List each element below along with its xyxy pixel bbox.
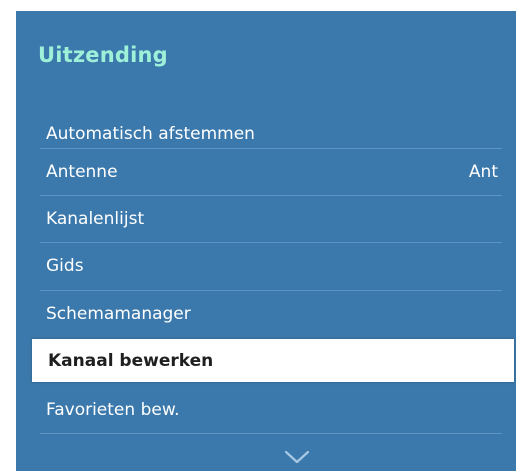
menu-item-channel-list[interactable]: Kanalenlijst (30, 196, 514, 242)
menu-title: Uitzending (38, 43, 168, 67)
menu-item-label: Favorieten bew. (46, 400, 180, 420)
menu-item-label: Gids (46, 256, 84, 276)
menu-item-schedule-manager[interactable]: Schemamanager (30, 291, 514, 337)
menu-item-edit-channel[interactable]: Kanaal bewerken (32, 339, 514, 382)
menu-item-label: Kanaal bewerken (48, 350, 214, 371)
chevron-down-icon[interactable] (282, 447, 312, 467)
menu-item-antenna[interactable]: Antenne Ant (30, 149, 514, 195)
antenna-value: Ant (468, 162, 498, 182)
menu-item-label: Kanalenlijst (46, 209, 145, 229)
menu-item-label: Automatisch afstemmen (46, 124, 255, 144)
menu-item-guide[interactable]: Gids (30, 243, 514, 289)
menu-item-edit-favorites[interactable]: Favorieten bew. (30, 387, 514, 433)
menu-item-label: Antenne (46, 162, 118, 182)
menu-divider (40, 433, 502, 434)
broadcast-menu-panel: Uitzending Automatisch afstemmen Antenne… (16, 11, 516, 471)
menu-item-label: Schemamanager (46, 304, 191, 324)
